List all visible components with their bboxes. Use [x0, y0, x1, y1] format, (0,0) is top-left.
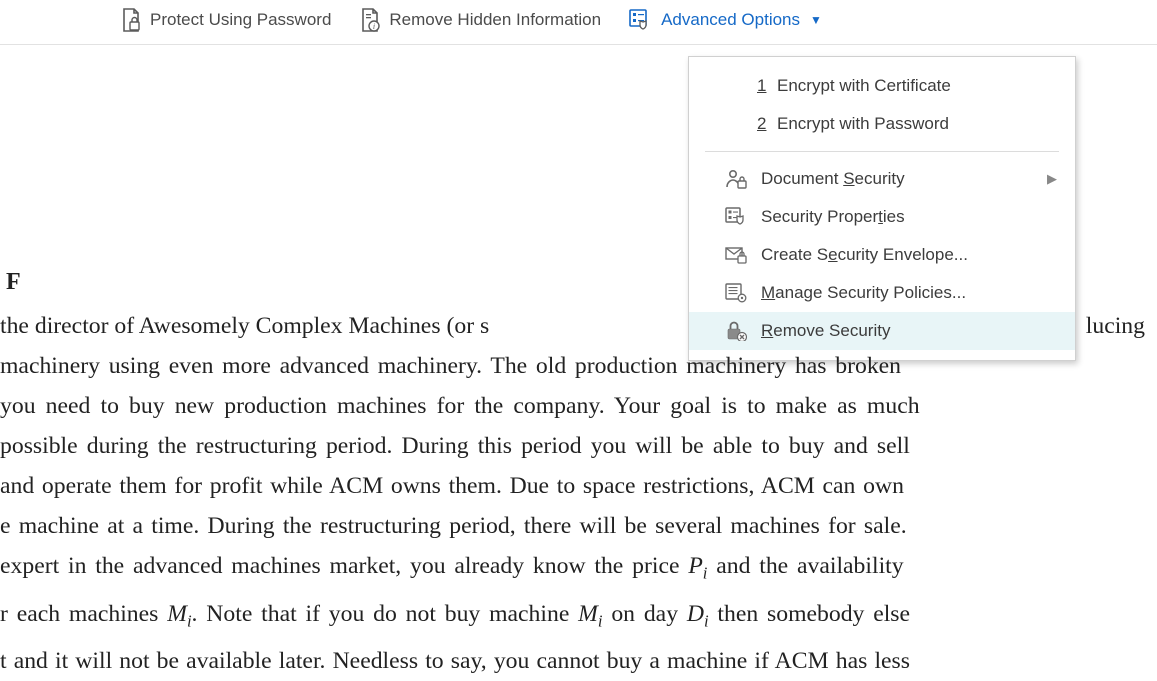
remove-hidden-button[interactable]: i Remove Hidden Information	[359, 8, 601, 32]
advanced-options-button[interactable]: Advanced Options ▼	[629, 9, 822, 31]
protect-toolbar: Protect Using Password i Remove Hidden I…	[0, 0, 1157, 45]
submenu-arrow-icon: ▶	[1047, 171, 1057, 187]
properties-shield-icon	[725, 207, 747, 227]
remove-hidden-label: Remove Hidden Information	[389, 10, 601, 30]
advanced-options-label: Advanced Options	[661, 10, 800, 30]
protect-password-button[interactable]: Protect Using Password	[120, 8, 331, 32]
protect-password-label: Protect Using Password	[150, 10, 331, 30]
dropdown-caret-icon: ▼	[810, 13, 822, 27]
menu-encrypt-password[interactable]: 2 Encrypt with Password	[689, 105, 1075, 143]
menu-encrypt-certificate[interactable]: 1 Encrypt with Certificate	[689, 67, 1075, 105]
remove-hidden-icon: i	[359, 8, 381, 32]
menu-item-label: Document Security	[725, 169, 905, 189]
protect-password-icon	[120, 8, 142, 32]
menu-document-security[interactable]: Document Security ▶	[689, 160, 1075, 198]
svg-text:i: i	[373, 22, 375, 31]
document-content: F the director of Awesomely Complex Mach…	[0, 262, 1157, 681]
menu-security-properties[interactable]: Security Properties	[689, 198, 1075, 236]
person-lock-icon	[725, 169, 747, 189]
menu-separator	[705, 151, 1059, 152]
advanced-options-icon	[629, 9, 653, 31]
doc-paragraph: the director of Awesomely Complex Machin…	[0, 306, 1145, 681]
doc-heading: F	[0, 262, 1145, 302]
menu-item-label: Security Properties	[725, 207, 905, 227]
